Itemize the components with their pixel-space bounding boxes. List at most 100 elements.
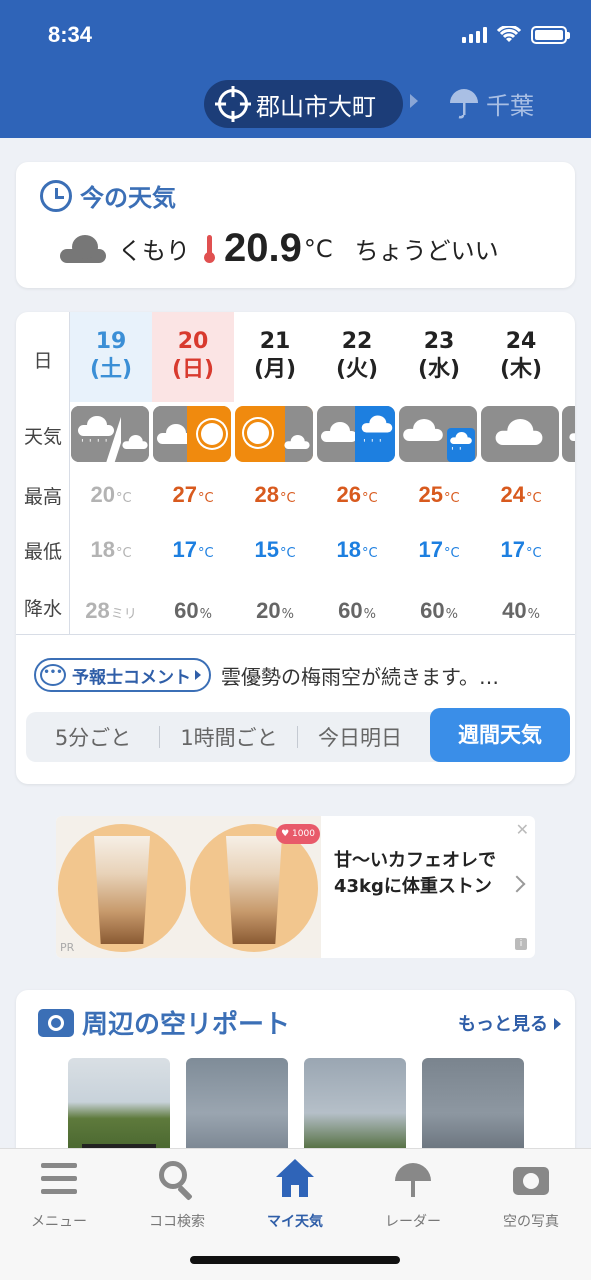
current-temperature: 20.9	[224, 226, 302, 270]
high-temp: 26°C	[336, 482, 378, 507]
current-condition: くもり	[118, 237, 190, 265]
forecast-day[interactable]: 20 (日) 27°C 17°C 60%	[152, 312, 234, 634]
nav-menu[interactable]: メニュー	[0, 1159, 118, 1231]
feels-like-text: ちょうどいい	[354, 237, 499, 265]
cloudy-icon	[562, 406, 575, 462]
precip: 60%	[420, 598, 458, 623]
day-of-week: (木)	[499, 357, 543, 382]
divider	[16, 634, 575, 635]
info-icon[interactable]: i	[515, 938, 527, 950]
day-header: 23 (水)	[398, 312, 480, 402]
high-temp: 24°C	[500, 482, 542, 507]
chevron-right-icon	[410, 94, 418, 108]
low-temp: 18°C	[336, 537, 378, 562]
forecaster-comment[interactable]: ••• 予報士コメント 雲優勢の梅雨空が続きます。…	[34, 658, 499, 692]
temperature-unit: °C	[303, 234, 333, 263]
day-header: 21 (月)	[234, 312, 316, 402]
day-of-week: (土)	[89, 357, 133, 382]
low-temp: 17°C	[418, 537, 460, 562]
precip: 40%	[502, 598, 540, 623]
app-header: 8:34 郡山市大町 千葉	[0, 0, 591, 138]
forecast-day[interactable]: 22 (火) ' ' ' 26°C 18°C 60%	[316, 312, 398, 634]
cloudy-then-rain-icon: ' ' '	[317, 406, 395, 462]
current-location-button[interactable]: 郡山市大町	[204, 80, 403, 128]
day-header: 19 (土)	[70, 312, 152, 402]
sunny-then-cloudy-icon	[235, 406, 313, 462]
menu-icon	[39, 1159, 79, 1199]
speech-bubble-icon: •••	[40, 664, 66, 686]
status-icons	[462, 26, 570, 44]
ad-image: ♥ 1000 PR	[56, 816, 321, 958]
forecaster-comment-button[interactable]: ••• 予報士コメント	[34, 658, 211, 692]
day-of-week: (火)	[335, 357, 379, 382]
low-temp: 17°C	[500, 537, 542, 562]
forecast-day[interactable]: 21 (月) 28°C 15°C 20%	[234, 312, 316, 634]
forecast-day[interactable]: 23 (水) ' ' 25°C 17°C 60%	[398, 312, 480, 634]
forecast-columns[interactable]: 19 (土) ' ' ' ' 20°C 18°C 28ミリ 20 (日) 27°…	[70, 312, 575, 634]
nav-radar[interactable]: レーダー	[354, 1159, 472, 1231]
day-date: 23	[423, 329, 455, 354]
camera-icon	[511, 1159, 551, 1199]
chevron-right-icon	[508, 875, 526, 893]
high-temp: 27°C	[172, 482, 214, 507]
high-temp: 20°C	[90, 482, 132, 507]
location-target-icon	[218, 89, 248, 119]
day-header: 24 (木)	[480, 312, 562, 402]
camera-icon	[38, 1008, 74, 1037]
current-weather-row: くもり 20.9 °C ちょうどいい	[60, 226, 555, 271]
day-date: 22	[341, 329, 373, 354]
home-icon	[275, 1159, 315, 1199]
precip: 60%	[174, 598, 212, 623]
rain-then-cloudy-icon: ' ' ' '	[71, 406, 149, 462]
forecast-day[interactable]: 19 (土) ' ' ' ' 20°C 18°C 28ミリ	[70, 312, 152, 634]
current-location-name: 郡山市大町	[256, 92, 376, 121]
close-icon[interactable]: ✕	[516, 820, 529, 839]
forecast-tabs: 5分ごと 1時間ごと 今日明日 週間天気	[26, 708, 570, 762]
row-label-precip: 降水	[23, 598, 62, 620]
nav-sky-photos[interactable]: 空の写真	[472, 1159, 590, 1231]
high-temp: 28°C	[254, 482, 296, 507]
row-label-day: 日	[33, 350, 53, 372]
low-temp: 18°C	[90, 537, 132, 562]
forecast-row-labels: 日 天気 最高 最低 降水	[16, 312, 70, 634]
status-time: 8:34	[48, 22, 93, 47]
see-more-link[interactable]: もっと見る	[458, 1010, 561, 1036]
day-date: 20	[177, 329, 209, 354]
nav-my-weather[interactable]: マイ天気	[236, 1159, 354, 1231]
precip: 20%	[256, 598, 294, 623]
second-location-button[interactable]: 千葉	[448, 86, 534, 121]
wifi-icon	[497, 26, 521, 42]
coffee-cup-image	[94, 836, 150, 944]
chevron-right-icon	[195, 670, 201, 680]
low-temp: 17°C	[172, 537, 214, 562]
day-of-week: (月)	[253, 357, 297, 382]
signal-icon	[462, 27, 487, 43]
current-weather-card[interactable]: 今の天気 くもり 20.9 °C ちょうどいい	[16, 162, 575, 288]
weekly-forecast-card: 日 天気 最高 最低 降水 19 (土) ' ' ' ' 20°C 18°C 2…	[16, 312, 575, 784]
ad-banner[interactable]: ♥ 1000 PR 甘〜いカフェオレで43kgに体重ストン ✕ i	[56, 816, 535, 958]
forecaster-comment-text: 雲優勢の梅雨空が続きます。…	[221, 664, 499, 689]
forecast-day[interactable]: 24 (木) 24°C 17°C 40%	[480, 312, 562, 634]
tab-weekly[interactable]: 週間天気	[430, 708, 570, 762]
thermometer-icon	[204, 234, 215, 263]
row-label-weather: 天気	[23, 426, 62, 448]
low-temp: 15°C	[254, 537, 296, 562]
day-date: 21	[259, 329, 291, 354]
pr-label: PR	[60, 941, 75, 954]
heart-badge: ♥ 1000	[276, 824, 320, 844]
search-icon	[157, 1159, 197, 1201]
umbrella-icon	[393, 1159, 433, 1199]
coffee-cup-image	[226, 836, 282, 944]
day-header: 22 (火)	[316, 312, 398, 402]
tab-hourly[interactable]: 1時間ごと	[160, 722, 298, 752]
umbrella-icon	[450, 88, 478, 118]
tab-5min[interactable]: 5分ごと	[26, 722, 160, 752]
clock-icon	[40, 179, 72, 212]
cloudy-icon	[481, 406, 559, 462]
precip: 28ミリ	[85, 598, 137, 623]
nav-search[interactable]: ココ検索	[118, 1159, 236, 1231]
day-date: 19	[95, 329, 127, 354]
tab-today-tomorrow[interactable]: 今日明日	[298, 722, 422, 752]
sky-report-title: 周辺の空リポート	[38, 1004, 290, 1041]
home-indicator	[190, 1256, 400, 1264]
